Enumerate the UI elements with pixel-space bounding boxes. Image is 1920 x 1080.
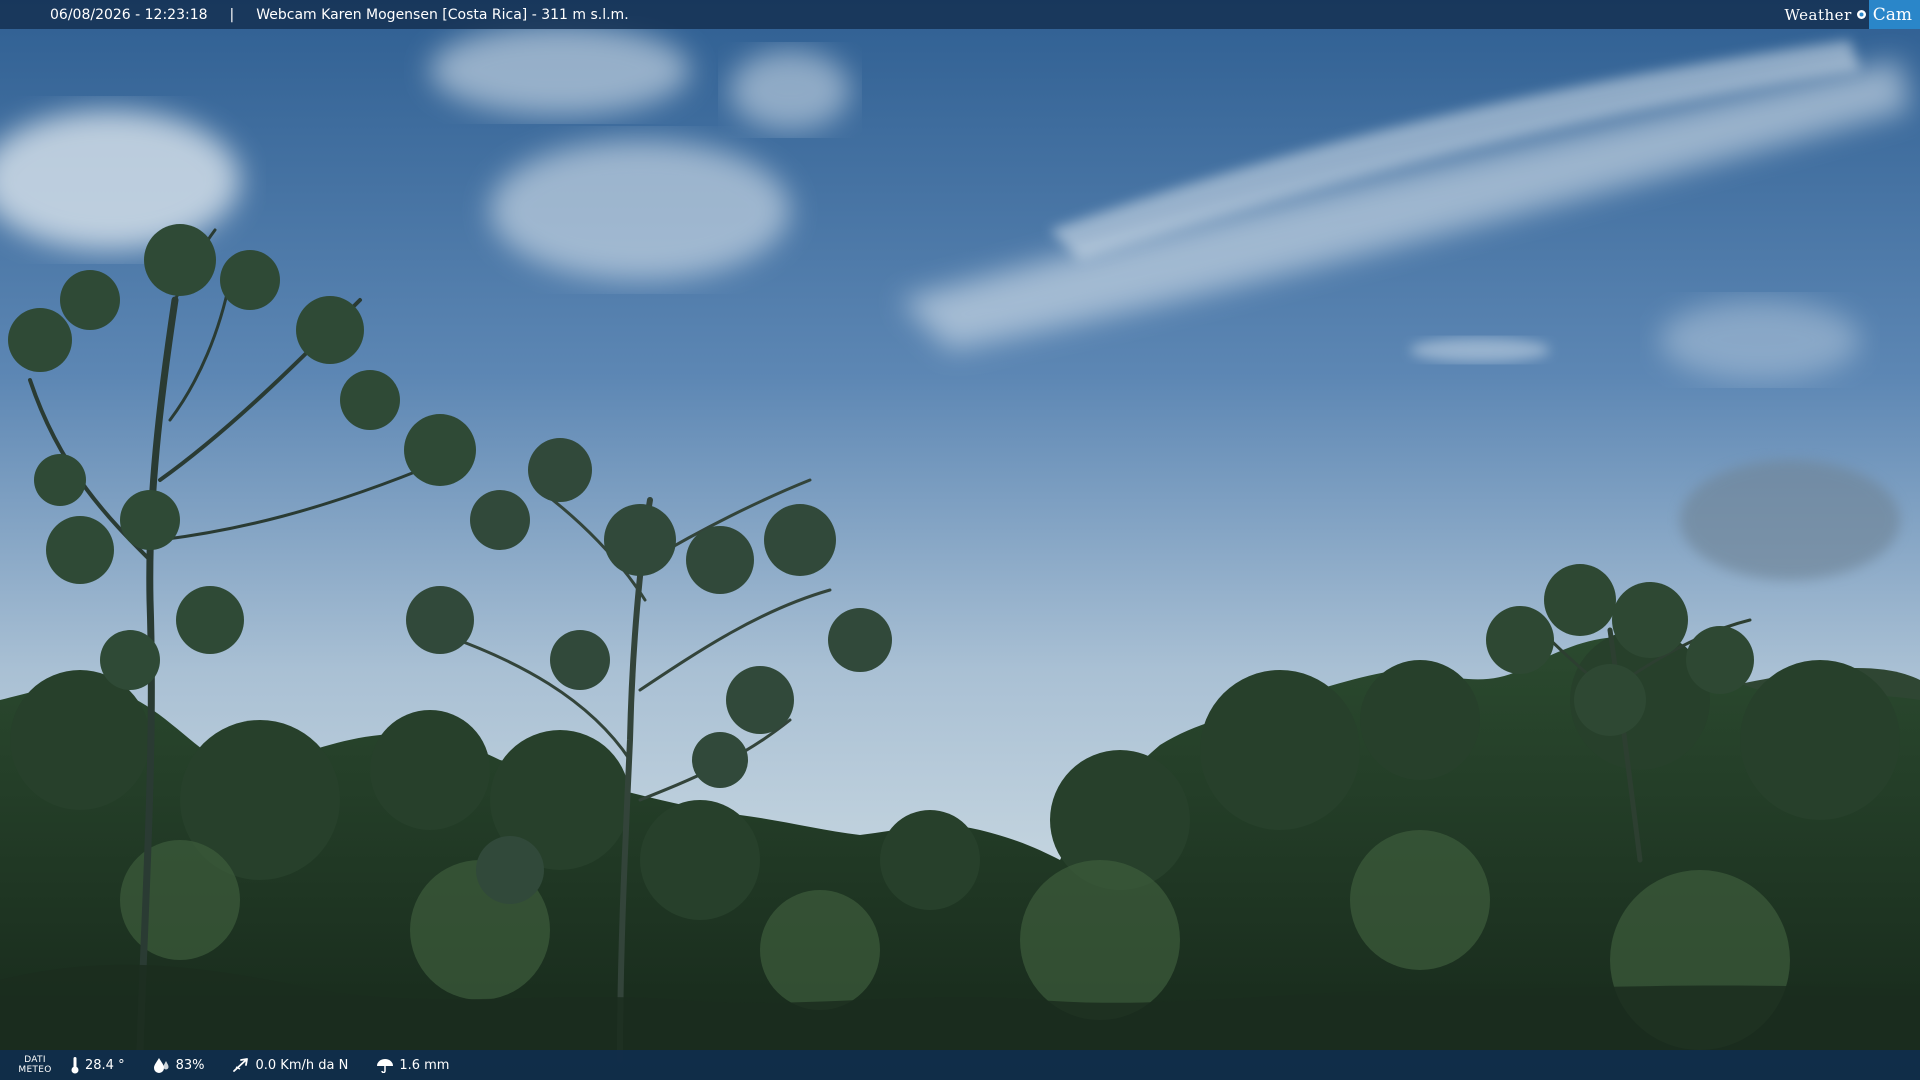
logo-cam-text: Cam — [1868, 0, 1920, 29]
dati-meteo-label: DATI METEO — [18, 1055, 52, 1075]
humidity-readout: 83% — [153, 1057, 205, 1073]
header-bar: 06/08/2026 - 12:23:18 | Webcam Karen Mog… — [0, 0, 1920, 29]
temperature-readout: 28.4 ° — [70, 1056, 125, 1074]
header-separator: | — [229, 6, 235, 23]
humidity-drops-icon — [153, 1058, 169, 1073]
humidity-value: 83% — [175, 1057, 205, 1073]
thermometer-icon — [71, 1057, 79, 1074]
wind-direction-icon — [233, 1058, 249, 1072]
wind-readout: 0.0 Km/h da N — [232, 1057, 348, 1073]
logo-sun-icon — [1854, 0, 1869, 29]
weather-data-bar: DATI METEO 28.4 ° 83% 0.0 Km/h da N 1.6 … — [0, 1050, 1920, 1080]
webcam-image — [0, 0, 1920, 1080]
rain-value: 1.6 mm — [399, 1057, 450, 1073]
logo-weather-text: Weather — [1784, 5, 1852, 24]
rain-readout: 1.6 mm — [376, 1057, 449, 1073]
webcam-frame: 06/08/2026 - 12:23:18 | Webcam Karen Mog… — [0, 0, 1920, 1080]
webcam-title: Webcam Karen Mogensen [Costa Rica] - 311… — [256, 6, 629, 23]
umbrella-icon — [377, 1059, 394, 1073]
timestamp: 06/08/2026 - 12:23:18 — [50, 6, 208, 23]
weathercam-logo[interactable]: Weather Cam — [1776, 0, 1920, 29]
wind-value: 0.0 Km/h da N — [255, 1057, 349, 1073]
temperature-value: 28.4 ° — [85, 1057, 125, 1073]
